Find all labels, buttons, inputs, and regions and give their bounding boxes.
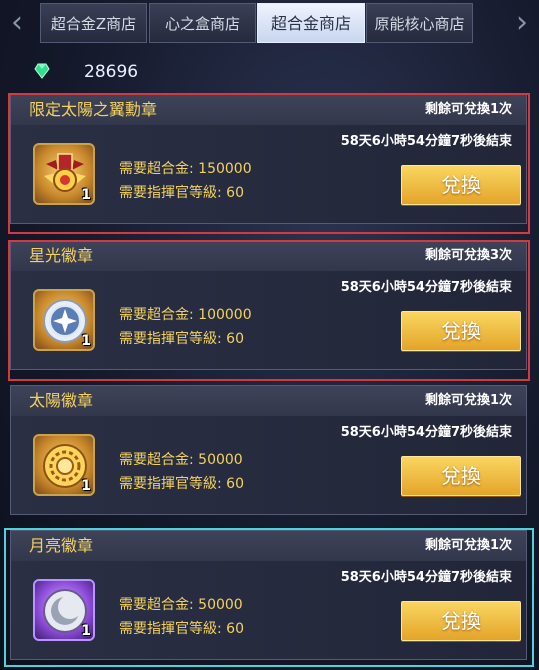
chevron-right-icon[interactable]: › — [509, 8, 535, 38]
item-quantity: 1 — [81, 478, 91, 494]
required-level: 需要指揮官等級: 60 — [119, 476, 244, 492]
tab-chogokin-shop[interactable]: 超合金商店 — [257, 3, 365, 43]
exchange-button[interactable]: 兌換 — [401, 456, 521, 496]
countdown-timer: 58天6小時54分鐘7秒後結束 — [340, 425, 512, 440]
required-cost: 需要超合金: 50000 — [119, 452, 243, 468]
remaining-count: 剩餘可兌換1次 — [424, 393, 512, 408]
green-gem-icon — [34, 63, 50, 79]
currency-amount: 28696 — [84, 62, 139, 82]
tab-heart-box-shop[interactable]: 心之盒商店 — [149, 3, 256, 43]
shop-item-card: 太陽徽章 剩餘可兌換1次 58天6小時54分鐘7秒後結束 1 需要超合金: 50… — [10, 385, 527, 515]
currency-display: 28696 — [34, 60, 194, 84]
tab-chogokin-z-shop[interactable]: 超合金Z商店 — [40, 3, 147, 43]
highlight-frame-red — [8, 93, 530, 234]
tab-core-shop[interactable]: 原能核心商店 — [366, 3, 473, 43]
chevron-left-icon[interactable]: ‹ — [4, 8, 30, 38]
item-title: 太陽徽章 — [29, 391, 94, 410]
highlight-frame-cyan — [4, 528, 534, 667]
shop-tab-bar: ‹ 超合金Z商店 心之盒商店 超合金商店 原能核心商店 › — [0, 0, 539, 46]
highlight-frame-red — [8, 240, 530, 381]
item-slot[interactable]: 1 — [33, 434, 95, 496]
